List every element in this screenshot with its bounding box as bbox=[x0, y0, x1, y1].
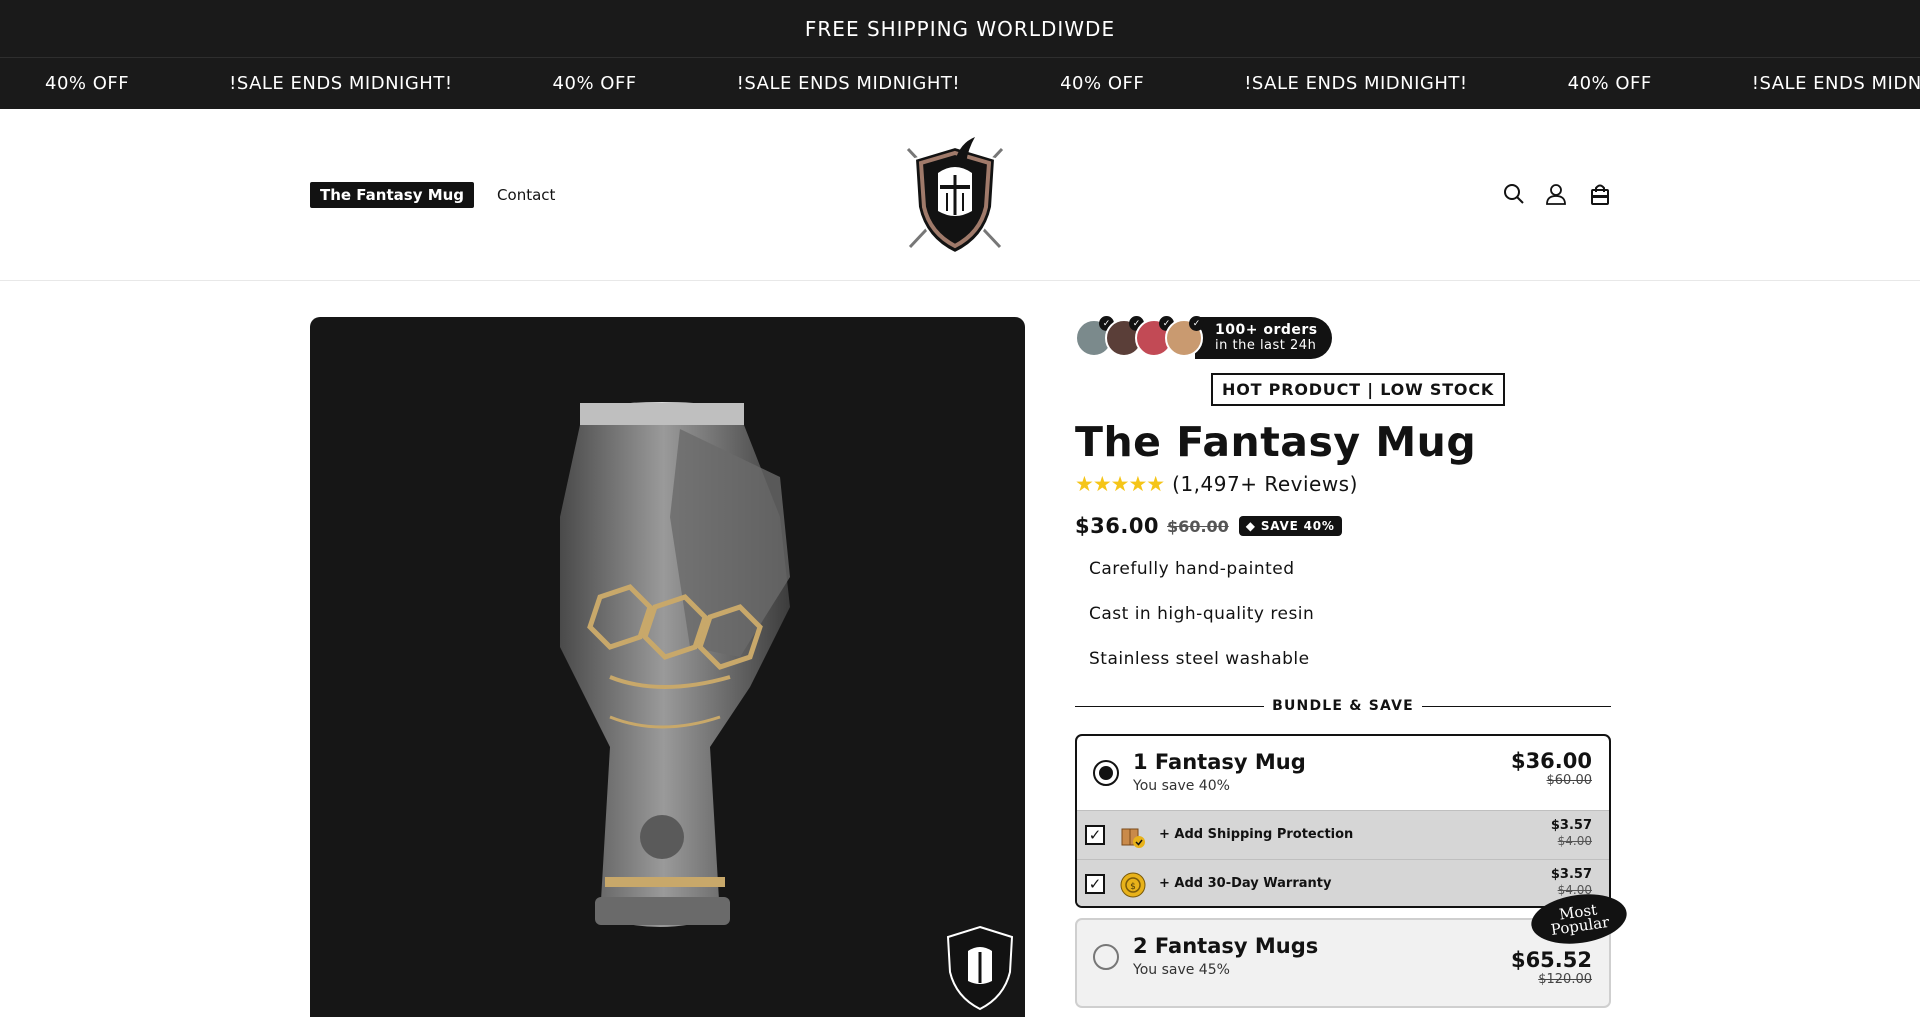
compare-price: $60.00 bbox=[1167, 516, 1229, 536]
ticker-item: !SALE ENDS MIDNIGHT! bbox=[736, 73, 961, 94]
site-header: The Fantasy Mug Contact bbox=[0, 109, 1920, 281]
customer-avatars: ✓ ✓ ✓ ✓ bbox=[1075, 316, 1204, 357]
verified-check-icon: ✓ bbox=[1189, 316, 1204, 331]
addon-price: $3.57 $4.00 bbox=[1551, 818, 1592, 848]
addon-checkbox[interactable]: ✓ bbox=[1085, 874, 1105, 894]
addon-price: $3.57 $4.00 bbox=[1551, 867, 1592, 897]
product-price: $36.00 bbox=[1075, 514, 1160, 538]
search-icon[interactable] bbox=[1499, 179, 1529, 209]
price-row: $36.00 $60.00 ◆ SAVE 40% bbox=[1075, 514, 1342, 538]
divider bbox=[1421, 705, 1612, 707]
product-image-gallery[interactable] bbox=[310, 317, 1025, 1017]
bundle-savings: You save 45% bbox=[1133, 962, 1230, 978]
bundle-radio-unselected[interactable] bbox=[1093, 944, 1119, 970]
ticker-item: !SALE ENDS MIDNIGHT! bbox=[1751, 73, 1920, 94]
ticker-item: !SALE ENDS MIDNIGHT! bbox=[229, 73, 453, 94]
bundle-title: 2 Fantasy Mugs bbox=[1133, 934, 1319, 958]
review-count: (1,497+ Reviews) bbox=[1172, 472, 1358, 496]
package-shield-icon bbox=[1120, 823, 1146, 849]
ticker-item: 40% OFF bbox=[45, 73, 130, 94]
bundle-option-1[interactable]: 1 Fantasy Mug You save 40% $36.00 $60.00… bbox=[1075, 734, 1611, 908]
save-badge: ◆ SAVE 40% bbox=[1238, 516, 1342, 536]
bundle-title: 1 Fantasy Mug bbox=[1133, 750, 1306, 774]
warranty-seal-icon: $ bbox=[1120, 872, 1146, 898]
announcement-bar: FREE SHIPPING WORLDIWDE bbox=[0, 0, 1920, 58]
bundle-price: $65.52 $120.00 bbox=[1511, 948, 1592, 987]
feature-item: Stainless steel washable bbox=[1089, 649, 1310, 669]
addon-checkbox[interactable]: ✓ bbox=[1085, 825, 1105, 845]
bundle-compare-price: $60.00 bbox=[1546, 773, 1593, 788]
hot-product-tag: HOT PRODUCT | LOW STOCK bbox=[1211, 373, 1506, 406]
watermark-logo bbox=[940, 917, 1020, 1017]
addon-label: + Add Shipping Protection bbox=[1159, 827, 1354, 842]
bundle-price-value: $36.00 bbox=[1510, 749, 1592, 773]
bundle-option-main[interactable]: 1 Fantasy Mug You save 40% $36.00 $60.00 bbox=[1077, 736, 1609, 810]
promo-ticker: 40% OFF !SALE ENDS MIDNIGHT! 40% OFF !SA… bbox=[0, 58, 1920, 109]
ticker-item: 40% OFF bbox=[1567, 73, 1652, 94]
main-nav: The Fantasy Mug Contact bbox=[310, 182, 555, 208]
bundle-option-2[interactable]: 2 Fantasy Mugs You save 45% $65.52 $120.… bbox=[1075, 918, 1611, 1008]
addon-label: + Add 30-Day Warranty bbox=[1159, 876, 1332, 891]
ticker-item: 40% OFF bbox=[1060, 73, 1145, 94]
bundle-price-value: $65.52 bbox=[1510, 948, 1592, 972]
tag-icon: ◆ bbox=[1245, 519, 1261, 533]
announcement-text: FREE SHIPPING WORLDIWDE bbox=[804, 16, 1116, 41]
product-rating[interactable]: ★★★★★ (1,497+ Reviews) bbox=[1075, 472, 1358, 496]
orders-pill: 100+ orders in the last 24h bbox=[1195, 317, 1332, 359]
addon-price-value: $3.57 bbox=[1550, 867, 1592, 882]
orders-timeframe: in the last 24h bbox=[1215, 337, 1317, 353]
addon-price-value: $3.57 bbox=[1550, 818, 1592, 833]
orders-count: 100+ orders bbox=[1215, 322, 1318, 339]
nav-item-contact[interactable]: Contact bbox=[497, 186, 555, 204]
bundle-radio-selected[interactable] bbox=[1093, 760, 1119, 786]
svg-text:$: $ bbox=[1130, 882, 1136, 892]
addon-compare-price: $4.00 bbox=[1557, 833, 1592, 848]
feature-list: Carefully hand-painted Cast in high-qual… bbox=[1089, 559, 1314, 694]
knight-helmet-shield-logo[interactable] bbox=[900, 129, 1010, 259]
ticker-item: !SALE ENDS MIDNIGHT! bbox=[1244, 73, 1468, 94]
divider bbox=[1075, 705, 1265, 707]
bundle-compare-price: $120.00 bbox=[1538, 972, 1592, 987]
save-badge-label: SAVE 40% bbox=[1260, 519, 1335, 533]
star-rating-icon: ★★★★★ bbox=[1075, 472, 1165, 496]
bundle-heading-label: BUNDLE & SAVE bbox=[1272, 698, 1414, 714]
bundle-price: $36.00 $60.00 bbox=[1511, 749, 1592, 788]
product-title: The Fantasy Mug bbox=[1075, 418, 1477, 466]
social-proof: ✓ ✓ ✓ ✓ 100+ orders in the last 24h bbox=[1075, 316, 1332, 359]
addon-warranty[interactable]: ✓ $ + Add 30-Day Warranty $3.57 $4.00 bbox=[1077, 859, 1609, 906]
addon-shipping-protection[interactable]: ✓ + Add Shipping Protection $3.57 $4.00 bbox=[1077, 810, 1609, 859]
feature-item: Carefully hand-painted bbox=[1089, 559, 1295, 579]
bundle-heading: BUNDLE & SAVE bbox=[1075, 698, 1612, 714]
feature-item: Cast in high-quality resin bbox=[1089, 604, 1315, 624]
nav-item-the-fantasy-mug[interactable]: The Fantasy Mug bbox=[310, 182, 475, 208]
product-image bbox=[560, 402, 790, 927]
bundle-savings: You save 40% bbox=[1133, 778, 1230, 794]
avatar: ✓ bbox=[1165, 316, 1204, 357]
account-icon[interactable] bbox=[1541, 179, 1571, 209]
ticker-item: 40% OFF bbox=[552, 73, 637, 94]
cart-icon[interactable] bbox=[1585, 179, 1615, 209]
